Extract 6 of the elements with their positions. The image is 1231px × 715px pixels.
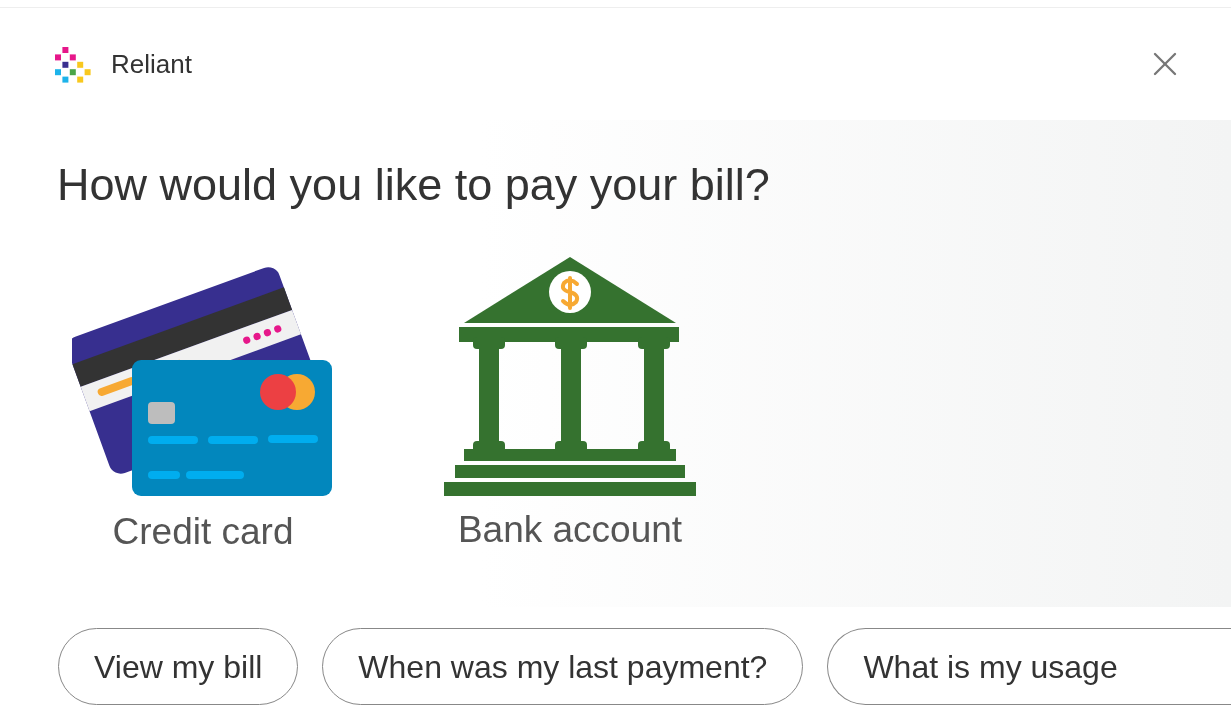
bank-building-icon — [444, 257, 696, 497]
logo-icon — [54, 45, 91, 83]
payment-option[interactable]: Credit card — [72, 257, 334, 550]
brand-name: Reliant — [111, 47, 192, 81]
payment-option[interactable]: Bank account — [444, 257, 696, 550]
question-heading: How would you like to pay your bill? — [57, 162, 771, 207]
